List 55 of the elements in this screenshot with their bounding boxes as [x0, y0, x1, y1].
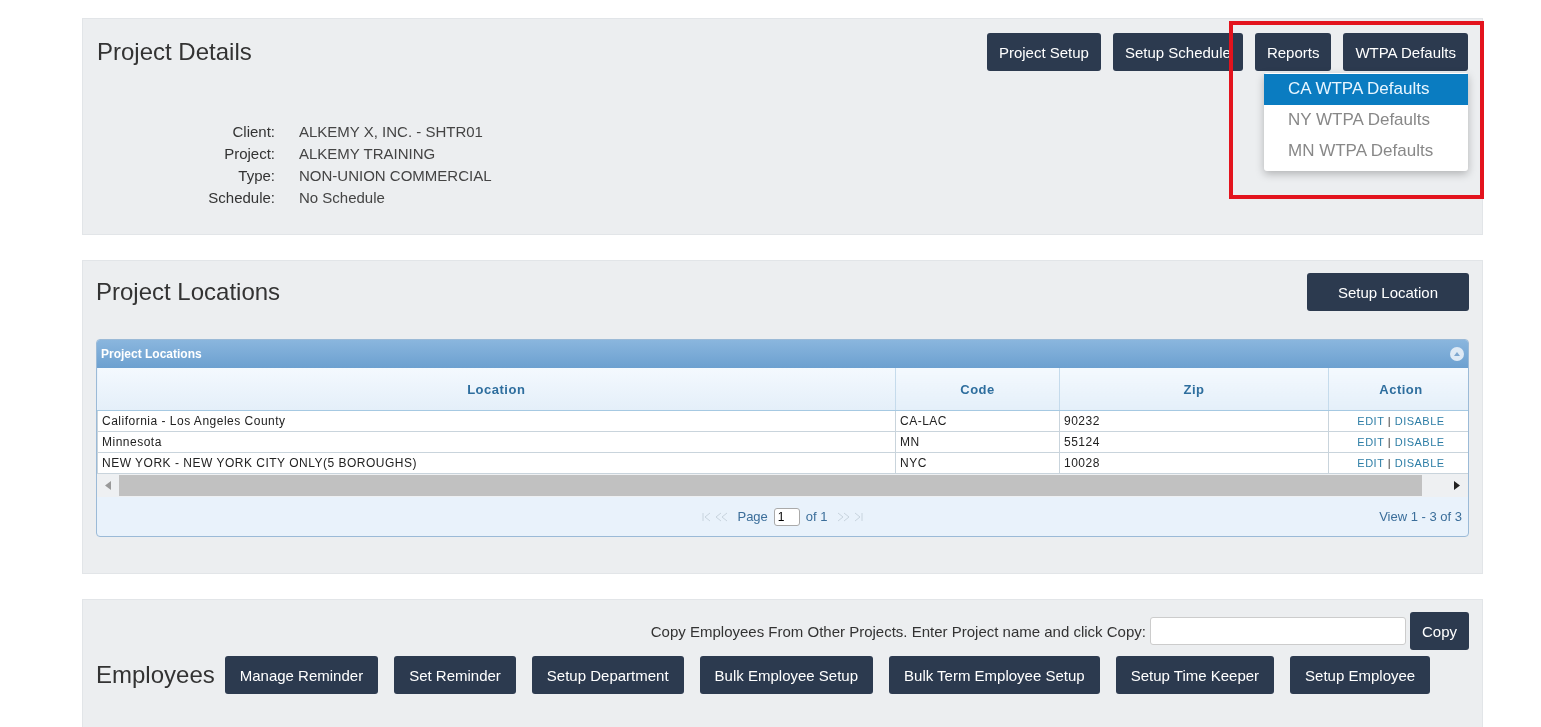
header-button[interactable]: Project Setup — [986, 33, 1101, 71]
table-cell: 90232 — [1059, 410, 1329, 432]
separator: | — [1387, 415, 1392, 427]
menu-item[interactable]: CA WTPA Defaults — [1264, 74, 1468, 105]
employee-button[interactable]: Setup Employee — [1290, 656, 1431, 694]
copy-button[interactable]: Copy — [1409, 612, 1469, 650]
column-header[interactable]: Action — [1328, 368, 1468, 411]
column-header[interactable]: Zip — [1059, 368, 1329, 411]
collapse-icon[interactable] — [1450, 347, 1464, 361]
field-value: ALKEMY TRAINING — [299, 145, 437, 162]
section-title: Employees — [96, 661, 215, 689]
section-title: Project Locations — [96, 278, 281, 306]
copy-prompt: Copy Employees From Other Projects. Enter Project name and click Copy: — [650, 622, 1146, 640]
employee-button[interactable]: Manage Reminder — [224, 656, 379, 694]
field-value: No Schedule — [299, 189, 386, 206]
table-cell: 55124 — [1059, 431, 1329, 453]
header-button[interactable]: WTPA Defaults — [1343, 33, 1468, 71]
action-link[interactable]: DISABLE — [1394, 436, 1445, 448]
action-link[interactable]: EDIT — [1357, 457, 1385, 469]
table-cell: Minnesota — [97, 431, 896, 453]
menu-item[interactable]: MN WTPA Defaults — [1264, 136, 1468, 167]
field-value: ALKEMY X, INC. - SHTR01 — [299, 123, 484, 140]
employee-button[interactable]: Bulk Employee Setup — [699, 656, 874, 694]
separator: | — [1387, 457, 1392, 469]
section-title: Project Details — [97, 38, 252, 66]
setup-location-button[interactable]: Setup Location — [1306, 273, 1469, 311]
column-header[interactable]: Code — [895, 368, 1060, 411]
page-total: of 1 — [805, 509, 828, 524]
menu-item[interactable]: NY WTPA Defaults — [1264, 105, 1468, 136]
employee-button[interactable]: Set Reminder — [394, 656, 516, 694]
separator: | — [1387, 436, 1392, 448]
header-button[interactable]: Setup Schedule — [1112, 33, 1243, 71]
column-header[interactable]: Location — [97, 368, 896, 411]
employee-button[interactable]: Setup Time Keeper — [1115, 656, 1275, 694]
action-link[interactable]: EDIT — [1357, 415, 1385, 427]
field-value: NON-UNION COMMERCIAL — [299, 167, 492, 184]
field-label: Project: — [223, 145, 275, 162]
action-link[interactable]: DISABLE — [1394, 415, 1445, 427]
action-link[interactable]: EDIT — [1357, 436, 1385, 448]
employee-button[interactable]: Setup Department — [531, 656, 684, 694]
field-label: Client: — [231, 123, 275, 140]
page-input[interactable]: 1 — [773, 507, 800, 526]
table-cell: California - Los Angeles County — [97, 410, 896, 432]
field-label: Type: — [237, 167, 275, 184]
record-count: View 1 - 3 of 3 — [1379, 509, 1462, 524]
header-button[interactable]: Reports — [1254, 33, 1332, 71]
action-link[interactable]: DISABLE — [1394, 457, 1445, 469]
table-cell: NEW YORK - NEW YORK CITY ONLY(5 BOROUGHS) — [97, 452, 896, 474]
project-name-field[interactable] — [1149, 617, 1406, 645]
table-cell: 10028 — [1059, 452, 1329, 474]
horizontal-scrollbar[interactable] — [97, 474, 1468, 497]
grid-title: Project Locations — [101, 347, 202, 361]
employee-button[interactable]: Bulk Term Employee Setup — [889, 656, 1100, 694]
page-label: Page — [737, 509, 768, 524]
field-label: Schedule: — [207, 189, 275, 206]
